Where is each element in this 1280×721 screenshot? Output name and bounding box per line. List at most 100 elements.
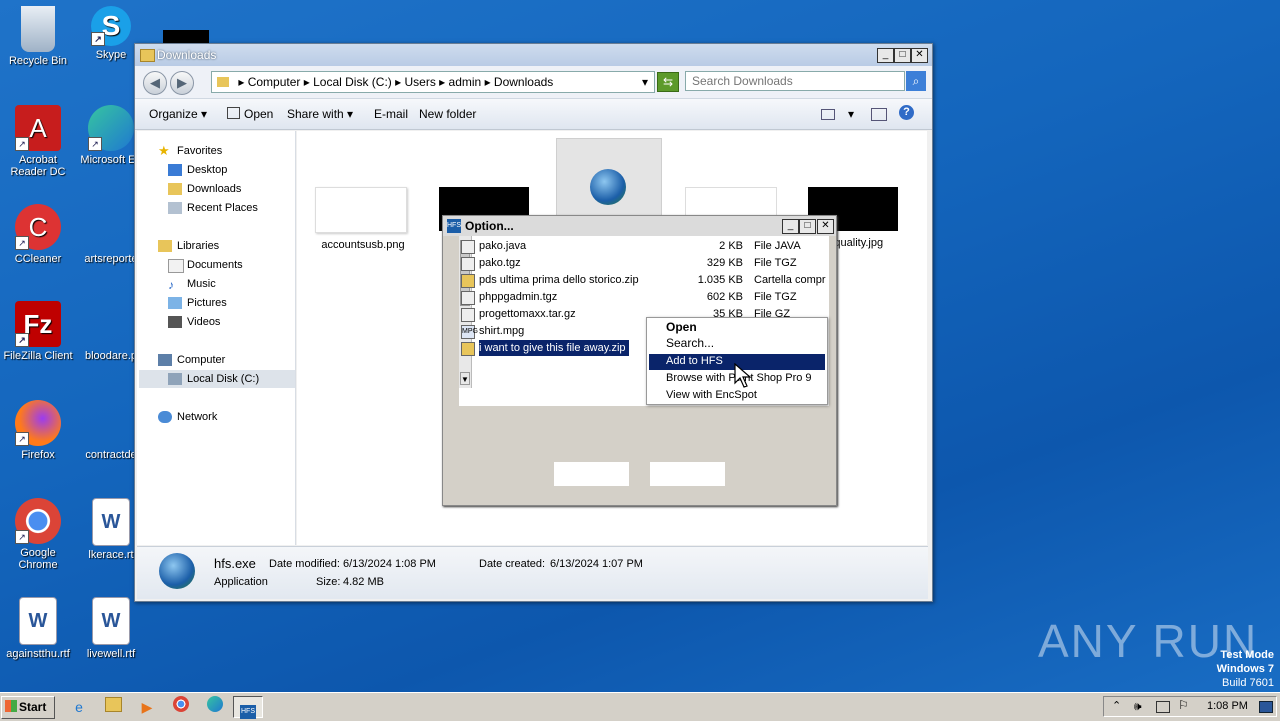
chrome-icon: ↗ xyxy=(15,498,61,544)
music-icon: ♪ xyxy=(168,278,174,292)
archive-icon xyxy=(461,308,475,322)
open-button[interactable]: Open xyxy=(227,107,273,121)
breadcrumb-separator: ▸ xyxy=(484,75,494,89)
menu-item-view-encspot[interactable]: View with EncSpot xyxy=(666,387,757,404)
archive-icon xyxy=(461,291,475,305)
desktop-icon-label: againstthu.rtf xyxy=(6,648,70,660)
desktop-icon-firefox[interactable]: ↗ Firefox xyxy=(0,400,76,461)
nav-downloads[interactable]: Downloads xyxy=(168,183,241,195)
search-input[interactable] xyxy=(685,71,905,91)
nav-music[interactable]: ♪ Music xyxy=(168,278,216,292)
forward-button[interactable]: ▶ xyxy=(170,71,194,95)
breadcrumb-computer[interactable]: Computer xyxy=(248,75,301,89)
folder-icon xyxy=(140,49,155,62)
desktop-icon-filezilla[interactable]: Fz ↗ FileZilla Client xyxy=(0,301,76,362)
archive-icon xyxy=(461,257,475,271)
nav-libraries[interactable]: Libraries xyxy=(158,240,219,252)
firefox-icon: ↗ xyxy=(15,400,61,446)
details-pane: hfs.exe Application Date modified: 6/13/… xyxy=(137,546,928,599)
refresh-button[interactable]: ⇆ xyxy=(657,72,679,92)
nav-desktop[interactable]: Desktop xyxy=(168,164,227,176)
media-player-taskbar-icon[interactable]: ▶ xyxy=(134,696,160,718)
dialog-close-button[interactable]: ✕ xyxy=(817,219,834,234)
nav-computer[interactable]: Computer xyxy=(158,354,225,366)
menu-item-search[interactable]: Search... xyxy=(666,335,714,352)
nav-local-disk[interactable]: Local Disk (C:) xyxy=(168,373,259,385)
dialog-minimize-button[interactable]: _ xyxy=(782,219,799,234)
scroll-down-arrow[interactable]: ▼ xyxy=(460,372,470,385)
list-item[interactable]: MPG shirt.mpg xyxy=(461,323,524,339)
edge-taskbar-icon[interactable] xyxy=(202,696,228,718)
detail-modified-label: Date modified: xyxy=(269,558,340,570)
action-center-flag-icon[interactable]: ⚐ xyxy=(1178,698,1189,712)
breadcrumb-admin[interactable]: admin xyxy=(449,75,482,89)
list-item[interactable]: pds ultima prima dello storico.zip xyxy=(461,272,639,288)
drive-icon xyxy=(168,373,182,385)
start-button[interactable]: Start xyxy=(1,696,55,719)
new-folder-button[interactable]: New folder xyxy=(419,107,476,121)
explorer-title-bar[interactable]: Downloads _ □ ✕ xyxy=(135,44,932,66)
chrome-taskbar-icon[interactable] xyxy=(168,696,194,718)
acrobat-icon: A ↗ xyxy=(15,105,61,151)
breadcrumb-downloads[interactable]: Downloads xyxy=(494,75,553,89)
list-item-size: 329 KB xyxy=(706,257,743,269)
file-icon xyxy=(461,240,475,254)
file-item[interactable]: accountsusb.png xyxy=(315,187,411,251)
downloads-icon xyxy=(168,183,182,195)
nav-pictures[interactable]: Pictures xyxy=(168,297,227,309)
dialog-button[interactable] xyxy=(650,462,725,486)
clock[interactable]: 1:08 PM xyxy=(1207,700,1248,712)
show-desktop-icon[interactable] xyxy=(1259,701,1273,713)
organize-button[interactable]: Organize ▾ xyxy=(149,107,207,121)
email-button[interactable]: E-mail xyxy=(374,107,408,121)
breadcrumb-local-disk[interactable]: Local Disk (C:) xyxy=(313,75,392,89)
desktop-icon-acrobat[interactable]: A ↗ Acrobat Reader DC xyxy=(0,105,76,178)
preview-pane-icon[interactable] xyxy=(871,108,887,121)
video-file-icon: MPG xyxy=(461,325,478,339)
desktop-icon-chrome[interactable]: ↗ Google Chrome xyxy=(0,498,76,571)
maximize-button[interactable]: □ xyxy=(894,48,911,63)
dialog-title-bar[interactable]: HFS Option... _ □ ✕ xyxy=(443,216,836,236)
chevron-down-icon[interactable]: ▾ xyxy=(642,72,648,92)
desktop-icon-againstthu[interactable]: W againstthu.rtf xyxy=(0,597,76,660)
breadcrumb-users[interactable]: Users xyxy=(404,75,435,89)
list-item-size: 602 KB xyxy=(706,291,743,303)
nav-videos[interactable]: Videos xyxy=(168,316,220,328)
dialog-maximize-button[interactable]: □ xyxy=(799,219,816,234)
nav-documents[interactable]: Documents xyxy=(168,259,243,273)
share-with-button[interactable]: Share with ▾ xyxy=(287,107,353,121)
hfs-globe-icon xyxy=(590,169,626,205)
desktop-icon-livewell[interactable]: W livewell.rtf xyxy=(73,597,149,660)
list-item[interactable]: progettomaxx.tar.gz xyxy=(461,306,576,322)
list-item[interactable]: phppgadmin.tgz xyxy=(461,289,557,305)
volume-icon[interactable]: 🕪 xyxy=(1134,699,1142,714)
back-button[interactable]: ◀ xyxy=(143,71,167,95)
list-item-selected[interactable]: i want to give this file away.zip xyxy=(461,340,629,356)
hfs-app-icon xyxy=(159,553,195,589)
change-view-icon[interactable] xyxy=(821,109,835,120)
chevron-down-icon[interactable]: ▾ xyxy=(848,107,854,121)
desktop-icon-ccleaner[interactable]: C ↗ CCleaner xyxy=(0,204,76,265)
explorer-taskbar-icon[interactable] xyxy=(100,696,126,718)
list-item[interactable]: pako.tgz xyxy=(461,255,521,271)
hfs-taskbar-button[interactable]: HFS xyxy=(233,696,263,719)
network-tray-icon[interactable] xyxy=(1156,701,1170,713)
menu-item-add-to-hfs[interactable]: Add to HFS xyxy=(666,353,723,370)
ie-taskbar-icon[interactable]: e xyxy=(66,696,92,718)
dialog-button[interactable] xyxy=(554,462,629,486)
search-icon[interactable]: ⌕ xyxy=(906,71,926,91)
nav-favorites[interactable]: ★ Favorites xyxy=(158,143,222,158)
nav-recent-places[interactable]: Recent Places xyxy=(168,202,258,214)
minimize-button[interactable]: _ xyxy=(877,48,894,63)
file-item-selected[interactable] xyxy=(556,138,662,220)
nav-network[interactable]: Network xyxy=(158,411,217,423)
address-bar[interactable]: ▸ Computer ▸ Local Disk (C:) ▸ Users ▸ a… xyxy=(211,71,655,93)
help-icon[interactable]: ? xyxy=(899,105,914,120)
chevron-up-icon[interactable]: ⌃ xyxy=(1112,699,1121,712)
list-item[interactable]: pako.java xyxy=(461,238,526,254)
close-button[interactable]: ✕ xyxy=(911,48,928,63)
open-icon xyxy=(227,107,240,119)
desktop-icon-recycle-bin[interactable]: Recycle Bin xyxy=(0,6,76,67)
word-document-icon: W xyxy=(92,597,130,645)
menu-item-open[interactable]: Open xyxy=(666,319,697,336)
